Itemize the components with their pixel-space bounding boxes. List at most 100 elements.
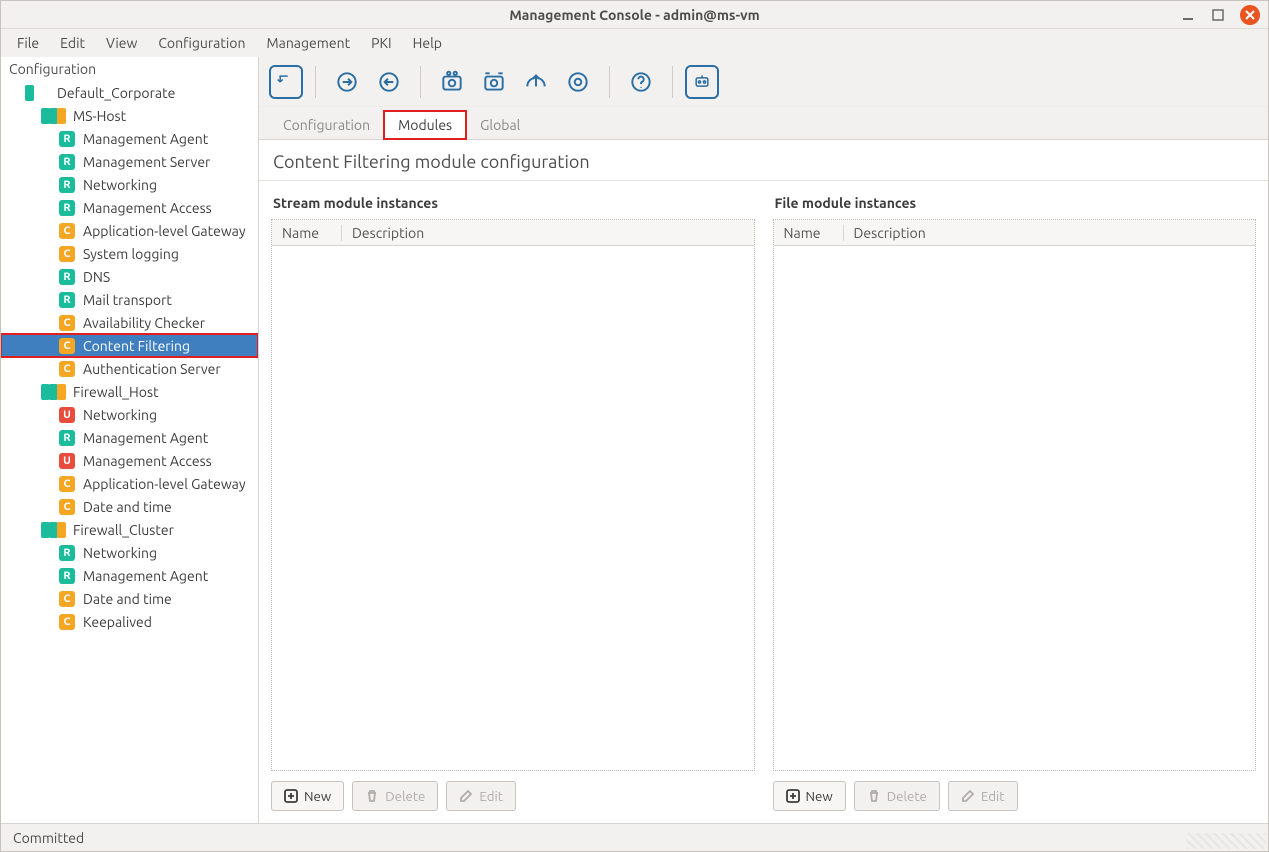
- tree-item[interactable]: UManagement Access: [1, 449, 258, 472]
- status-bar: Committed: [1, 823, 1268, 851]
- file-table[interactable]: Name Description: [773, 219, 1257, 771]
- file-new-button[interactable]: New: [773, 781, 846, 811]
- edit-icon: [961, 789, 975, 803]
- menu-configuration[interactable]: Configuration: [148, 31, 255, 55]
- label: Delete: [385, 789, 425, 804]
- tree-item[interactable]: RNetworking: [1, 173, 258, 196]
- tree-item[interactable]: RManagement Server: [1, 150, 258, 173]
- type-badge: C: [59, 246, 75, 262]
- stream-table-body: [272, 246, 754, 770]
- label: New: [304, 789, 331, 804]
- edit-icon: [459, 789, 473, 803]
- tree-item[interactable]: CApplication-level Gateway: [1, 219, 258, 242]
- help-icon[interactable]: [622, 63, 660, 101]
- tree-item[interactable]: Default_Corporate: [1, 81, 258, 104]
- tree-item[interactable]: RMail transport: [1, 288, 258, 311]
- menu-edit[interactable]: Edit: [50, 31, 95, 55]
- tree-item[interactable]: CAuthentication Server: [1, 357, 258, 380]
- robot-icon[interactable]: [685, 65, 719, 99]
- menu-file[interactable]: File: [7, 31, 49, 55]
- type-badge: R: [59, 430, 75, 446]
- tree-item-label: Networking: [79, 177, 157, 193]
- sidebar: Configuration Default_CorporateMS-HostRM…: [1, 57, 259, 823]
- status-dots: [25, 85, 53, 101]
- tree-item[interactable]: CContent Filtering: [1, 334, 258, 357]
- table-header: Name Description: [272, 220, 754, 246]
- file-edit-button[interactable]: Edit: [948, 781, 1018, 811]
- type-badge: R: [59, 292, 75, 308]
- type-badge: R: [59, 568, 75, 584]
- type-badge: C: [59, 315, 75, 331]
- tree-item[interactable]: RNetworking: [1, 541, 258, 564]
- stream-new-button[interactable]: New: [271, 781, 344, 811]
- col-name[interactable]: Name: [774, 225, 844, 241]
- tree-item[interactable]: RManagement Agent: [1, 426, 258, 449]
- minimize-button[interactable]: [1180, 7, 1196, 23]
- type-badge: C: [59, 614, 75, 630]
- tree-item[interactable]: RManagement Agent: [1, 127, 258, 150]
- toolbar: [259, 57, 1268, 107]
- tree-item-label: DNS: [79, 269, 110, 285]
- plus-icon: [284, 789, 298, 803]
- tree-item-label: Networking: [79, 545, 157, 561]
- settings-icon[interactable]: [559, 63, 597, 101]
- tab-global[interactable]: Global: [466, 111, 534, 139]
- tree-item[interactable]: RManagement Access: [1, 196, 258, 219]
- tree-item-label: Authentication Server: [79, 361, 221, 377]
- services-icon[interactable]: [433, 63, 471, 101]
- tab-bar: Configuration Modules Global: [259, 107, 1268, 140]
- tree-item[interactable]: Firewall_Host: [1, 380, 258, 403]
- close-button[interactable]: [1240, 5, 1260, 25]
- label: Delete: [887, 789, 927, 804]
- tree-item[interactable]: CDate and time: [1, 587, 258, 610]
- type-badge: R: [59, 269, 75, 285]
- stream-edit-button[interactable]: Edit: [446, 781, 516, 811]
- menu-management[interactable]: Management: [256, 31, 360, 55]
- tree-item-label: Networking: [79, 407, 157, 423]
- tree-item-label: System logging: [79, 246, 179, 262]
- tree-item[interactable]: CSystem logging: [1, 242, 258, 265]
- type-badge: C: [59, 591, 75, 607]
- deploy-icon[interactable]: [475, 63, 513, 101]
- tree-item[interactable]: CAvailability Checker: [1, 311, 258, 334]
- tree-item[interactable]: MS-Host: [1, 104, 258, 127]
- tree-item-label: Date and time: [79, 499, 172, 515]
- tree-item[interactable]: Firewall_Cluster: [1, 518, 258, 541]
- refresh-in-icon[interactable]: [328, 63, 366, 101]
- maximize-button[interactable]: [1210, 7, 1226, 23]
- tree-item-label: Management Access: [79, 453, 212, 469]
- tree-item-label: Content Filtering: [79, 338, 190, 354]
- tree-item-label: Mail transport: [79, 292, 172, 308]
- status-dots: [41, 108, 69, 124]
- status-text: Committed: [13, 830, 84, 846]
- tree-item[interactable]: RDNS: [1, 265, 258, 288]
- tree-item[interactable]: CDate and time: [1, 495, 258, 518]
- tree-item-label: Management Server: [79, 154, 210, 170]
- status-dots: [41, 384, 69, 400]
- stream-delete-button[interactable]: Delete: [352, 781, 438, 811]
- col-description[interactable]: Description: [844, 225, 936, 241]
- upload-icon[interactable]: [517, 63, 555, 101]
- menu-help[interactable]: Help: [403, 31, 452, 55]
- commit-button[interactable]: [269, 65, 303, 99]
- tree-item[interactable]: RManagement Agent: [1, 564, 258, 587]
- col-description[interactable]: Description: [342, 225, 434, 241]
- menu-view[interactable]: View: [96, 31, 147, 55]
- tree-item[interactable]: UNetworking: [1, 403, 258, 426]
- tree-item[interactable]: CApplication-level Gateway: [1, 472, 258, 495]
- file-table-body: [774, 246, 1256, 770]
- col-name[interactable]: Name: [272, 225, 342, 241]
- tab-configuration[interactable]: Configuration: [269, 111, 384, 139]
- tab-modules[interactable]: Modules: [384, 111, 466, 139]
- sidebar-title: Configuration: [1, 57, 258, 81]
- type-badge: R: [59, 154, 75, 170]
- file-delete-button[interactable]: Delete: [854, 781, 940, 811]
- tree-item[interactable]: CKeepalived: [1, 610, 258, 633]
- resize-grip[interactable]: [1186, 833, 1266, 849]
- menu-bar: File Edit View Configuration Management …: [1, 29, 1268, 57]
- menu-pki[interactable]: PKI: [361, 31, 401, 55]
- stream-panel: Stream module instances Name Description…: [271, 187, 755, 811]
- stream-table[interactable]: Name Description: [271, 219, 755, 771]
- refresh-out-icon[interactable]: [370, 63, 408, 101]
- tree-item-label: Management Agent: [79, 131, 208, 147]
